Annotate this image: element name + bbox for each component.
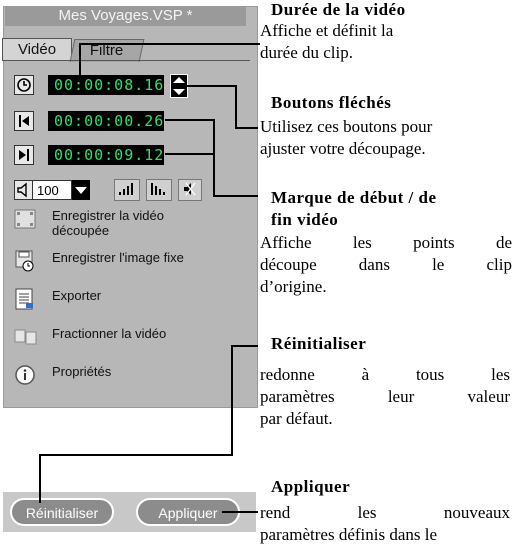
annotation-arrows-body: Utilisez ces boutons pour ajuster votre … bbox=[260, 116, 515, 160]
annotation-reset-title: Réinitialiser bbox=[271, 334, 367, 353]
annotation-title-line: Marque de début / de bbox=[271, 188, 437, 207]
annotation-line: rend les nouveaux bbox=[260, 503, 510, 522]
callout-duration bbox=[79, 43, 260, 76]
callout-reset bbox=[39, 345, 258, 503]
annotation-title-line: fin vidéo bbox=[271, 210, 339, 229]
annotation-line: ajuster votre découpage. bbox=[260, 139, 426, 158]
annotation-marks-title: Marque de début / de fin vidéo bbox=[271, 187, 437, 231]
annotation-marks-body: Affiche les points de découpe dans le cl… bbox=[260, 232, 512, 298]
annotation-duration-title: Durée de la vidéo bbox=[271, 0, 406, 19]
annotation-line: redonne à tous les bbox=[260, 365, 510, 384]
annotation-line: durée du clip. bbox=[260, 43, 353, 62]
callout-marks bbox=[165, 119, 258, 197]
annotation-line: Utilisez ces boutons pour bbox=[260, 117, 433, 136]
annotation-apply-body: rend les nouveaux paramètres définis dan… bbox=[260, 502, 510, 546]
annotation-line: paramètres définis dans le bbox=[260, 525, 438, 544]
callout-arrows bbox=[187, 85, 258, 129]
annotation-line: Affiche les points de bbox=[260, 233, 512, 252]
annotation-line: Affiche et définit la bbox=[260, 21, 394, 40]
annotation-line: d’origine. bbox=[260, 277, 327, 296]
annotation-reset-body: redonne à tous les paramètres leur valeu… bbox=[260, 364, 510, 430]
annotation-apply-title: Appliquer bbox=[271, 477, 351, 496]
annotation-line: découpe dans le clip bbox=[260, 255, 512, 274]
annotation-line: paramètres leur valeur bbox=[260, 387, 510, 406]
annotation-duration-body: Affiche et définit la durée du clip. bbox=[260, 20, 500, 64]
annotation-line: par défaut. bbox=[260, 409, 333, 428]
annotation-arrows-title: Boutons fléchés bbox=[271, 93, 392, 112]
